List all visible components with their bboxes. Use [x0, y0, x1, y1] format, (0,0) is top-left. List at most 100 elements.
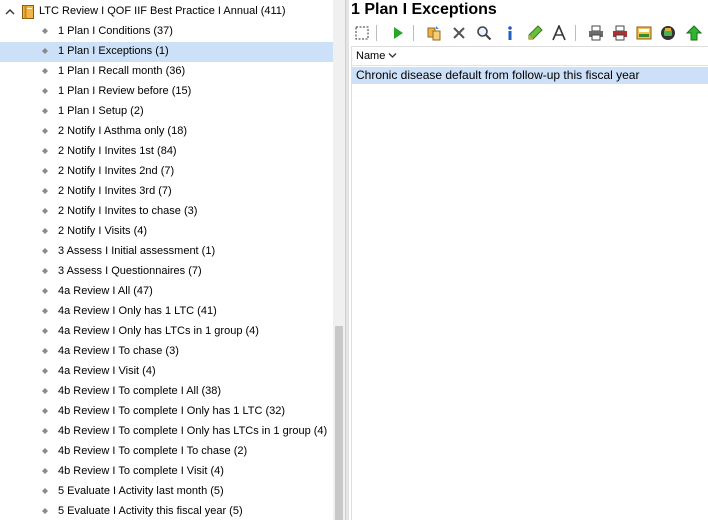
tree-item[interactable]: 4b Review I To complete I To chase (2)	[0, 442, 333, 462]
list-row[interactable]: Chronic disease default from follow-up t…	[352, 67, 708, 84]
search-button[interactable]	[473, 22, 495, 44]
tree-item[interactable]: 3 Assess I Initial assessment (1)	[0, 242, 333, 262]
database-button[interactable]	[657, 22, 679, 44]
tree-item-label: 2 Notify I Asthma only (18)	[58, 125, 187, 137]
tree-item-label: 3 Assess I Questionnaires (7)	[58, 265, 202, 277]
tree-item[interactable]: 4a Review I Visit (4)	[0, 362, 333, 382]
upload-icon	[686, 25, 702, 41]
list-row-name: Chronic disease default from follow-up t…	[356, 68, 640, 82]
diamond-bullet-icon	[42, 208, 48, 214]
diamond-bullet-icon	[42, 108, 48, 114]
tree-item[interactable]: 2 Notify I Invites 1st (84)	[0, 142, 333, 162]
copy-button[interactable]	[423, 22, 445, 44]
tree-item[interactable]: 1 Plan I Setup (2)	[0, 102, 333, 122]
tree-item-label: 1 Plan I Recall month (36)	[58, 65, 186, 77]
export-button[interactable]	[633, 22, 655, 44]
tree-item[interactable]: 4b Review I To complete I Only has 1 LTC…	[0, 402, 333, 422]
list-header: Name	[352, 47, 708, 66]
exceptions-list: Name Chronic disease default from follow…	[351, 46, 708, 520]
database-icon	[661, 26, 675, 40]
toolbar-separator	[575, 25, 576, 41]
tree-item[interactable]: 4a Review I Only has 1 LTC (41)	[0, 302, 333, 322]
diamond-bullet-icon	[42, 328, 48, 334]
tree-item-label: 5 Evaluate I Activity last month (5)	[58, 485, 224, 497]
folder-tree: LTC Review I QOF IIF Best Practice I Ann…	[0, 0, 345, 520]
tree-item[interactable]: 5 Evaluate I Activity this fiscal year (…	[0, 502, 333, 520]
tree-item[interactable]: 4b Review I To complete I Visit (4)	[0, 462, 333, 482]
diamond-bullet-icon	[42, 48, 48, 54]
print-color-icon	[613, 25, 627, 41]
diamond-bullet-icon	[42, 348, 48, 354]
tree-item[interactable]: 2 Notify I Visits (4)	[0, 222, 333, 242]
tree-item[interactable]: 4a Review I Only has LTCs in 1 group (4)	[0, 322, 333, 342]
tree-item-label: 5 Evaluate I Activity this fiscal year (…	[58, 505, 243, 517]
tree-item-label: 2 Notify I Invites 2nd (7)	[58, 165, 175, 177]
print-color-button[interactable]	[609, 22, 631, 44]
column-header-name[interactable]: Name	[356, 50, 385, 62]
search-icon	[477, 26, 492, 41]
tree-item[interactable]: 2 Notify I Asthma only (18)	[0, 122, 333, 142]
print-button[interactable]	[585, 22, 607, 44]
tree-item-label: 4a Review I Visit (4)	[58, 365, 156, 377]
diamond-bullet-icon	[42, 448, 48, 454]
export-icon	[636, 26, 652, 40]
tree-item-label: 4a Review I Only has 1 LTC (41)	[58, 305, 217, 317]
tree-item[interactable]: 4a Review I All (47)	[0, 282, 333, 302]
tree-root-label: LTC Review I QOF IIF Best Practice I Ann…	[39, 5, 286, 17]
diamond-bullet-icon	[42, 68, 48, 74]
tree-item[interactable]: 2 Notify I Invites 3rd (7)	[0, 182, 333, 202]
select-all-icon	[355, 26, 369, 40]
run-button[interactable]	[387, 22, 409, 44]
tree-item-label: 4b Review I To complete I Only has LTCs …	[58, 425, 328, 437]
tree-scrollbar[interactable]	[333, 0, 345, 520]
run-icon	[394, 27, 403, 39]
edit-button[interactable]	[524, 22, 546, 44]
toolbar-separator	[413, 25, 414, 41]
tree-item-label: 4b Review I To complete I All (38)	[58, 385, 222, 397]
tree-item-label: 4a Review I Only has LTCs in 1 group (4)	[58, 325, 259, 337]
detail-panel: 1 Plan I Exceptions Name Chronic disease…	[349, 0, 708, 520]
tree-item-label: 1 Plan I Review before (15)	[58, 85, 192, 97]
tree-item[interactable]: 5 Evaluate I Activity last month (5)	[0, 482, 333, 502]
tree-item[interactable]: 4b Review I To complete I All (38)	[0, 382, 333, 402]
info-button[interactable]	[499, 22, 521, 44]
tree-item[interactable]: 2 Notify I Invites 2nd (7)	[0, 162, 333, 182]
chevron-up-icon[interactable]	[5, 3, 15, 21]
chevron-down-icon[interactable]	[388, 52, 397, 59]
tree-item[interactable]: 4b Review I To complete I Only has LTCs …	[0, 422, 333, 442]
font-icon	[552, 25, 566, 41]
diamond-bullet-icon	[42, 508, 48, 514]
tree-item[interactable]: 1 Plan I Recall month (36)	[0, 62, 333, 82]
edit-icon	[528, 25, 543, 40]
delete-button[interactable]	[448, 22, 470, 44]
tree-item-label: 4b Review I To complete I Visit (4)	[58, 465, 224, 477]
font-button[interactable]	[548, 22, 570, 44]
tree-item[interactable]: 3 Assess I Questionnaires (7)	[0, 262, 333, 282]
copy-icon	[427, 26, 441, 41]
tree-item-label: 1 Plan I Conditions (37)	[58, 25, 173, 37]
print-icon	[589, 25, 603, 41]
delete-icon	[453, 27, 465, 39]
tree-item[interactable]: 4a Review I To chase (3)	[0, 342, 333, 362]
tree-item-label: 3 Assess I Initial assessment (1)	[58, 245, 216, 257]
tree-item[interactable]: 2 Notify I Invites to chase (3)	[0, 202, 333, 222]
upload-button[interactable]	[683, 22, 705, 44]
tree-item-label: 2 Notify I Visits (4)	[58, 225, 148, 237]
diamond-bullet-icon	[42, 488, 48, 494]
diamond-bullet-icon	[42, 248, 48, 254]
tree-item-label: 4b Review I To complete I Only has 1 LTC…	[58, 405, 286, 417]
tree-item[interactable]: 1 Plan I Conditions (37)	[0, 22, 333, 42]
tree-item[interactable]: 1 Plan I Exceptions (1)	[0, 42, 333, 62]
diamond-bullet-icon	[42, 128, 48, 134]
tree-item-label: 4b Review I To complete I To chase (2)	[58, 445, 248, 457]
select-all-button[interactable]	[351, 22, 373, 44]
tree-scrollbar-thumb[interactable]	[335, 326, 343, 520]
tree-item-label: 2 Notify I Invites 3rd (7)	[58, 185, 172, 197]
tree-item-label: 4a Review I All (47)	[58, 285, 153, 297]
tree-item[interactable]: 1 Plan I Review before (15)	[0, 82, 333, 102]
diamond-bullet-icon	[42, 148, 48, 154]
panel-title: 1 Plan I Exceptions	[351, 1, 497, 18]
diamond-bullet-icon	[42, 388, 48, 394]
diamond-bullet-icon	[42, 428, 48, 434]
diamond-bullet-icon	[42, 188, 48, 194]
